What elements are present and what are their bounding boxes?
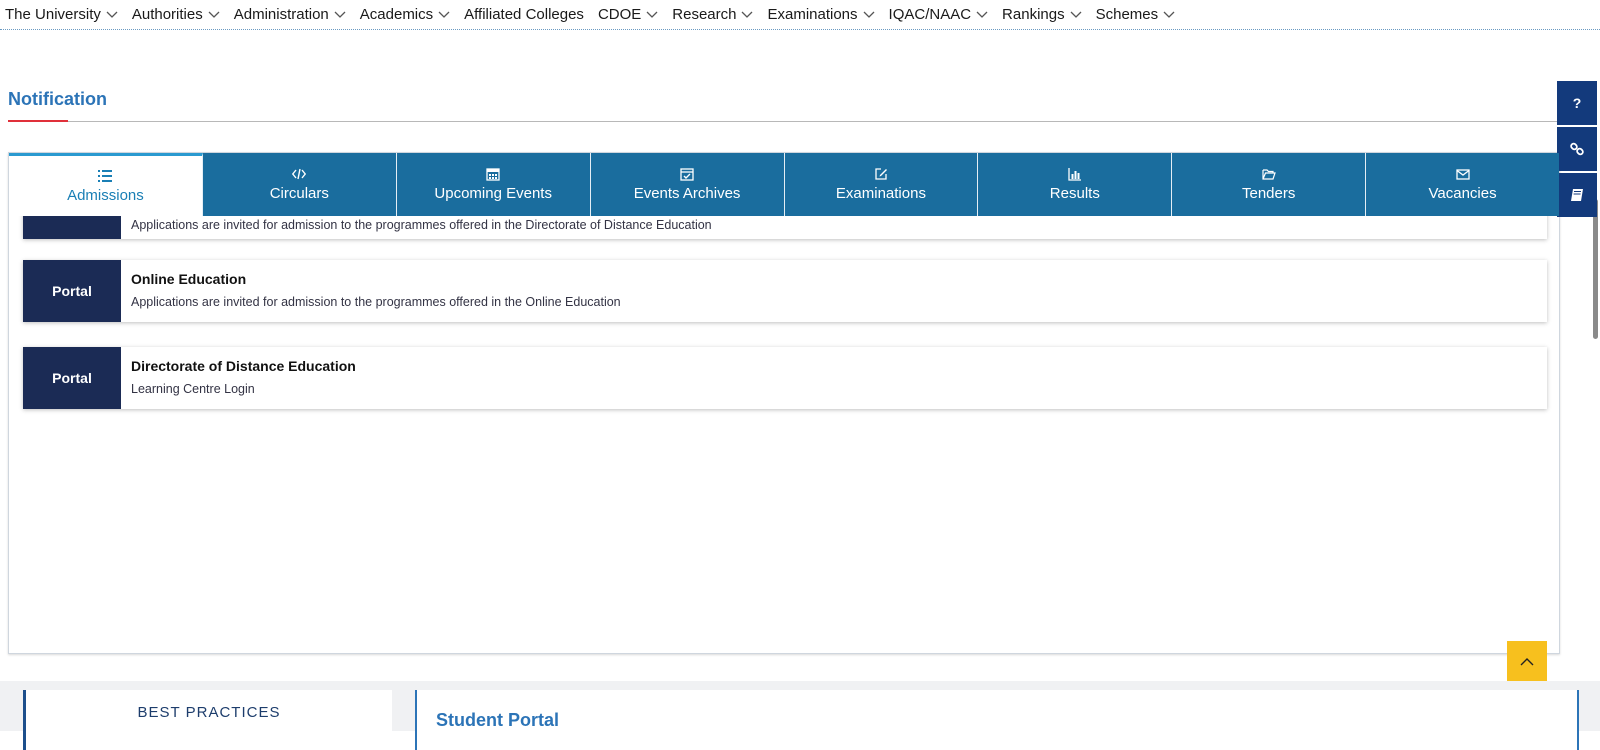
nav-item-label: Rankings — [1002, 6, 1065, 23]
best-practices-card: BEST PRACTICES — [23, 690, 392, 750]
help-icon: ? — [1572, 95, 1582, 111]
item-badge: Portal — [23, 260, 121, 322]
nav-item-label: Schemes — [1095, 6, 1159, 23]
nav-item-label: Academics — [359, 6, 434, 23]
code-icon — [292, 168, 307, 180]
nav-item-authorities[interactable]: Authorities — [132, 6, 220, 23]
chevron-down-icon — [334, 11, 346, 18]
tab-admissions[interactable]: Admissions — [9, 153, 203, 216]
chevron-down-icon — [208, 11, 220, 18]
chevron-down-icon — [106, 11, 118, 18]
item-title: Online Education — [131, 271, 247, 287]
folder-open-icon — [1262, 169, 1276, 180]
chevron-down-icon — [1163, 11, 1175, 18]
item-title: Directorate of Distance Education — [131, 358, 356, 374]
chevron-up-icon — [1520, 657, 1534, 665]
nav-item-label: CDOE — [597, 6, 642, 23]
tab-label: Upcoming Events — [434, 185, 552, 202]
tab-label: Tenders — [1242, 185, 1296, 202]
tab-circulars[interactable]: Circulars — [202, 153, 397, 216]
nav-item-the-university[interactable]: The University — [5, 6, 118, 23]
list-item[interactable]: Portal Online Education Applications are… — [23, 260, 1547, 322]
nav-item-cdoe[interactable]: CDOE — [598, 6, 658, 23]
calendar-icon — [486, 168, 500, 181]
notification-divider — [8, 121, 1560, 122]
bar-chart-icon — [1068, 168, 1081, 181]
tab-label: Events Archives — [633, 185, 741, 202]
calendar-check-icon — [680, 168, 694, 181]
page-scrollbar[interactable] — [1593, 199, 1598, 339]
item-description: Learning Centre Login — [131, 382, 255, 396]
tab-label: Examinations — [835, 185, 926, 202]
student-portal-title: Student Portal — [436, 710, 560, 730]
chevron-down-icon — [1070, 11, 1082, 18]
nav-item-label: Administration — [233, 6, 329, 23]
nav-item-examinations[interactable]: Examinations — [767, 6, 874, 23]
chevron-down-icon — [863, 11, 874, 18]
top-navigation: The University Authorities Administratio… — [0, 0, 1600, 30]
tab-label: Circulars — [269, 185, 329, 202]
list-item[interactable]: Portal Directorate of Distance Education… — [23, 347, 1547, 409]
edit-icon — [875, 168, 887, 180]
chevron-down-icon — [438, 11, 450, 18]
tab-label: Vacancies — [1428, 185, 1497, 202]
back-to-top-button[interactable] — [1507, 641, 1547, 681]
nav-item-label: Authorities — [131, 6, 203, 23]
tab-vacancies[interactable]: Vacancies — [1366, 153, 1559, 216]
chevron-down-icon — [646, 11, 658, 18]
notification-list: Applications are invited for admission t… — [9, 177, 1559, 653]
notification-title: Notification — [8, 89, 107, 109]
chevron-down-icon — [742, 11, 753, 18]
book-button[interactable] — [1557, 173, 1597, 217]
nav-item-rankings[interactable]: Rankings — [1002, 6, 1082, 23]
link-icon — [1570, 142, 1584, 156]
best-practices-title: BEST PRACTICES — [137, 704, 281, 721]
nav-item-research[interactable]: Research — [672, 6, 753, 23]
tab-label: Results — [1049, 185, 1100, 202]
nav-item-label: IQAC/NAAC — [888, 6, 972, 23]
list-icon — [98, 169, 113, 182]
notification-divider-accent — [8, 120, 68, 122]
nav-item-administration[interactable]: Administration — [234, 6, 346, 23]
book-icon — [1571, 189, 1583, 201]
tab-tenders[interactable]: Tenders — [1172, 153, 1367, 216]
nav-item-iqac-naac[interactable]: IQAC/NAAC — [889, 6, 989, 23]
tab-results[interactable]: Results — [978, 153, 1173, 216]
item-badge: Portal — [23, 347, 121, 409]
item-description: Applications are invited for admission t… — [131, 295, 621, 309]
nav-item-academics[interactable]: Academics — [360, 6, 450, 23]
help-button[interactable]: ? — [1557, 81, 1597, 125]
nav-item-label: Research — [672, 6, 737, 23]
notification-panel: Admissions Circulars Upcoming Events Eve… — [8, 152, 1560, 654]
nav-item-schemes[interactable]: Schemes — [1096, 6, 1176, 23]
tab-label: Admissions — [67, 186, 144, 204]
floating-tools: ? — [1557, 81, 1597, 217]
student-portal-card: Student Portal — [415, 690, 1579, 750]
tab-upcoming-events[interactable]: Upcoming Events — [396, 153, 591, 216]
tab-events-archives[interactable]: Events Archives — [590, 153, 785, 216]
nav-item-label: Examinations — [767, 6, 858, 23]
chevron-down-icon — [976, 11, 988, 18]
envelope-icon — [1455, 169, 1470, 180]
item-description: Applications are invited for admission t… — [131, 218, 712, 232]
link-button[interactable] — [1557, 127, 1597, 171]
nav-item-label: The University — [5, 6, 101, 23]
nav-item-affiliated-colleges[interactable]: Affiliated Colleges — [464, 6, 584, 23]
tab-examinations[interactable]: Examinations — [784, 153, 979, 216]
notification-tabs: Admissions Circulars Upcoming Events Eve… — [9, 153, 1559, 216]
nav-item-label: Affiliated Colleges — [464, 6, 584, 23]
